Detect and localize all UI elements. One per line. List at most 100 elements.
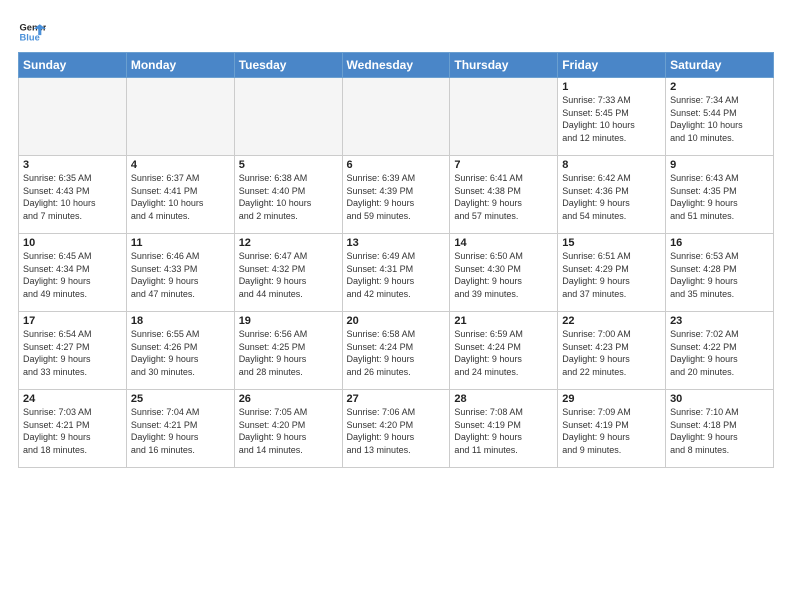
day-info: Sunrise: 6:47 AM Sunset: 4:32 PM Dayligh… xyxy=(239,250,338,300)
calendar-week-1: 3Sunrise: 6:35 AM Sunset: 4:43 PM Daylig… xyxy=(19,156,774,234)
weekday-header-friday: Friday xyxy=(558,53,666,78)
calendar-cell xyxy=(450,78,558,156)
day-info: Sunrise: 6:37 AM Sunset: 4:41 PM Dayligh… xyxy=(131,172,230,222)
calendar-cell: 28Sunrise: 7:08 AM Sunset: 4:19 PM Dayli… xyxy=(450,390,558,468)
calendar-cell: 24Sunrise: 7:03 AM Sunset: 4:21 PM Dayli… xyxy=(19,390,127,468)
logo: General Blue xyxy=(18,18,50,46)
calendar-cell: 27Sunrise: 7:06 AM Sunset: 4:20 PM Dayli… xyxy=(342,390,450,468)
day-number: 10 xyxy=(23,237,122,249)
calendar-cell: 14Sunrise: 6:50 AM Sunset: 4:30 PM Dayli… xyxy=(450,234,558,312)
calendar-cell: 17Sunrise: 6:54 AM Sunset: 4:27 PM Dayli… xyxy=(19,312,127,390)
calendar-cell xyxy=(126,78,234,156)
calendar-cell: 3Sunrise: 6:35 AM Sunset: 4:43 PM Daylig… xyxy=(19,156,127,234)
page-header: General Blue xyxy=(18,18,774,46)
day-number: 29 xyxy=(562,393,661,405)
calendar-cell: 22Sunrise: 7:00 AM Sunset: 4:23 PM Dayli… xyxy=(558,312,666,390)
calendar-cell: 9Sunrise: 6:43 AM Sunset: 4:35 PM Daylig… xyxy=(666,156,774,234)
day-number: 16 xyxy=(670,237,769,249)
day-number: 23 xyxy=(670,315,769,327)
day-info: Sunrise: 7:03 AM Sunset: 4:21 PM Dayligh… xyxy=(23,406,122,456)
day-number: 1 xyxy=(562,81,661,93)
calendar-cell: 30Sunrise: 7:10 AM Sunset: 4:18 PM Dayli… xyxy=(666,390,774,468)
day-info: Sunrise: 7:33 AM Sunset: 5:45 PM Dayligh… xyxy=(562,94,661,144)
day-info: Sunrise: 6:58 AM Sunset: 4:24 PM Dayligh… xyxy=(347,328,446,378)
day-info: Sunrise: 7:06 AM Sunset: 4:20 PM Dayligh… xyxy=(347,406,446,456)
weekday-header-row: SundayMondayTuesdayWednesdayThursdayFrid… xyxy=(19,53,774,78)
day-number: 14 xyxy=(454,237,553,249)
day-number: 30 xyxy=(670,393,769,405)
logo-icon: General Blue xyxy=(18,18,46,46)
calendar-cell xyxy=(234,78,342,156)
day-number: 19 xyxy=(239,315,338,327)
day-number: 17 xyxy=(23,315,122,327)
day-info: Sunrise: 7:34 AM Sunset: 5:44 PM Dayligh… xyxy=(670,94,769,144)
day-info: Sunrise: 6:39 AM Sunset: 4:39 PM Dayligh… xyxy=(347,172,446,222)
day-number: 11 xyxy=(131,237,230,249)
day-info: Sunrise: 6:46 AM Sunset: 4:33 PM Dayligh… xyxy=(131,250,230,300)
day-number: 20 xyxy=(347,315,446,327)
calendar-cell: 19Sunrise: 6:56 AM Sunset: 4:25 PM Dayli… xyxy=(234,312,342,390)
weekday-header-wednesday: Wednesday xyxy=(342,53,450,78)
day-number: 13 xyxy=(347,237,446,249)
calendar-cell: 6Sunrise: 6:39 AM Sunset: 4:39 PM Daylig… xyxy=(342,156,450,234)
calendar-week-0: 1Sunrise: 7:33 AM Sunset: 5:45 PM Daylig… xyxy=(19,78,774,156)
calendar-cell: 18Sunrise: 6:55 AM Sunset: 4:26 PM Dayli… xyxy=(126,312,234,390)
day-number: 5 xyxy=(239,159,338,171)
day-number: 12 xyxy=(239,237,338,249)
calendar-cell: 13Sunrise: 6:49 AM Sunset: 4:31 PM Dayli… xyxy=(342,234,450,312)
day-info: Sunrise: 6:55 AM Sunset: 4:26 PM Dayligh… xyxy=(131,328,230,378)
weekday-header-monday: Monday xyxy=(126,53,234,78)
calendar-cell: 12Sunrise: 6:47 AM Sunset: 4:32 PM Dayli… xyxy=(234,234,342,312)
calendar-week-3: 17Sunrise: 6:54 AM Sunset: 4:27 PM Dayli… xyxy=(19,312,774,390)
day-info: Sunrise: 7:10 AM Sunset: 4:18 PM Dayligh… xyxy=(670,406,769,456)
calendar-cell: 15Sunrise: 6:51 AM Sunset: 4:29 PM Dayli… xyxy=(558,234,666,312)
calendar-cell: 5Sunrise: 6:38 AM Sunset: 4:40 PM Daylig… xyxy=(234,156,342,234)
calendar-week-2: 10Sunrise: 6:45 AM Sunset: 4:34 PM Dayli… xyxy=(19,234,774,312)
day-number: 15 xyxy=(562,237,661,249)
day-info: Sunrise: 6:56 AM Sunset: 4:25 PM Dayligh… xyxy=(239,328,338,378)
weekday-header-tuesday: Tuesday xyxy=(234,53,342,78)
calendar-cell: 11Sunrise: 6:46 AM Sunset: 4:33 PM Dayli… xyxy=(126,234,234,312)
calendar-cell: 8Sunrise: 6:42 AM Sunset: 4:36 PM Daylig… xyxy=(558,156,666,234)
day-number: 8 xyxy=(562,159,661,171)
calendar-cell: 29Sunrise: 7:09 AM Sunset: 4:19 PM Dayli… xyxy=(558,390,666,468)
calendar-cell: 16Sunrise: 6:53 AM Sunset: 4:28 PM Dayli… xyxy=(666,234,774,312)
weekday-header-sunday: Sunday xyxy=(19,53,127,78)
day-info: Sunrise: 7:09 AM Sunset: 4:19 PM Dayligh… xyxy=(562,406,661,456)
day-info: Sunrise: 6:41 AM Sunset: 4:38 PM Dayligh… xyxy=(454,172,553,222)
day-info: Sunrise: 6:43 AM Sunset: 4:35 PM Dayligh… xyxy=(670,172,769,222)
day-number: 4 xyxy=(131,159,230,171)
calendar-cell: 10Sunrise: 6:45 AM Sunset: 4:34 PM Dayli… xyxy=(19,234,127,312)
weekday-header-thursday: Thursday xyxy=(450,53,558,78)
day-info: Sunrise: 7:05 AM Sunset: 4:20 PM Dayligh… xyxy=(239,406,338,456)
day-info: Sunrise: 6:54 AM Sunset: 4:27 PM Dayligh… xyxy=(23,328,122,378)
weekday-header-saturday: Saturday xyxy=(666,53,774,78)
day-number: 28 xyxy=(454,393,553,405)
day-info: Sunrise: 6:50 AM Sunset: 4:30 PM Dayligh… xyxy=(454,250,553,300)
day-info: Sunrise: 7:00 AM Sunset: 4:23 PM Dayligh… xyxy=(562,328,661,378)
day-number: 7 xyxy=(454,159,553,171)
day-number: 24 xyxy=(23,393,122,405)
calendar-cell: 1Sunrise: 7:33 AM Sunset: 5:45 PM Daylig… xyxy=(558,78,666,156)
calendar-cell xyxy=(19,78,127,156)
day-number: 22 xyxy=(562,315,661,327)
day-info: Sunrise: 6:38 AM Sunset: 4:40 PM Dayligh… xyxy=(239,172,338,222)
day-number: 9 xyxy=(670,159,769,171)
day-info: Sunrise: 6:51 AM Sunset: 4:29 PM Dayligh… xyxy=(562,250,661,300)
day-number: 2 xyxy=(670,81,769,93)
day-info: Sunrise: 7:02 AM Sunset: 4:22 PM Dayligh… xyxy=(670,328,769,378)
day-number: 21 xyxy=(454,315,553,327)
day-number: 18 xyxy=(131,315,230,327)
calendar: SundayMondayTuesdayWednesdayThursdayFrid… xyxy=(18,52,774,468)
day-number: 27 xyxy=(347,393,446,405)
day-info: Sunrise: 7:04 AM Sunset: 4:21 PM Dayligh… xyxy=(131,406,230,456)
day-info: Sunrise: 6:59 AM Sunset: 4:24 PM Dayligh… xyxy=(454,328,553,378)
day-info: Sunrise: 6:42 AM Sunset: 4:36 PM Dayligh… xyxy=(562,172,661,222)
day-info: Sunrise: 6:49 AM Sunset: 4:31 PM Dayligh… xyxy=(347,250,446,300)
day-number: 25 xyxy=(131,393,230,405)
calendar-cell: 21Sunrise: 6:59 AM Sunset: 4:24 PM Dayli… xyxy=(450,312,558,390)
calendar-cell: 26Sunrise: 7:05 AM Sunset: 4:20 PM Dayli… xyxy=(234,390,342,468)
day-info: Sunrise: 6:35 AM Sunset: 4:43 PM Dayligh… xyxy=(23,172,122,222)
calendar-cell: 2Sunrise: 7:34 AM Sunset: 5:44 PM Daylig… xyxy=(666,78,774,156)
calendar-week-4: 24Sunrise: 7:03 AM Sunset: 4:21 PM Dayli… xyxy=(19,390,774,468)
